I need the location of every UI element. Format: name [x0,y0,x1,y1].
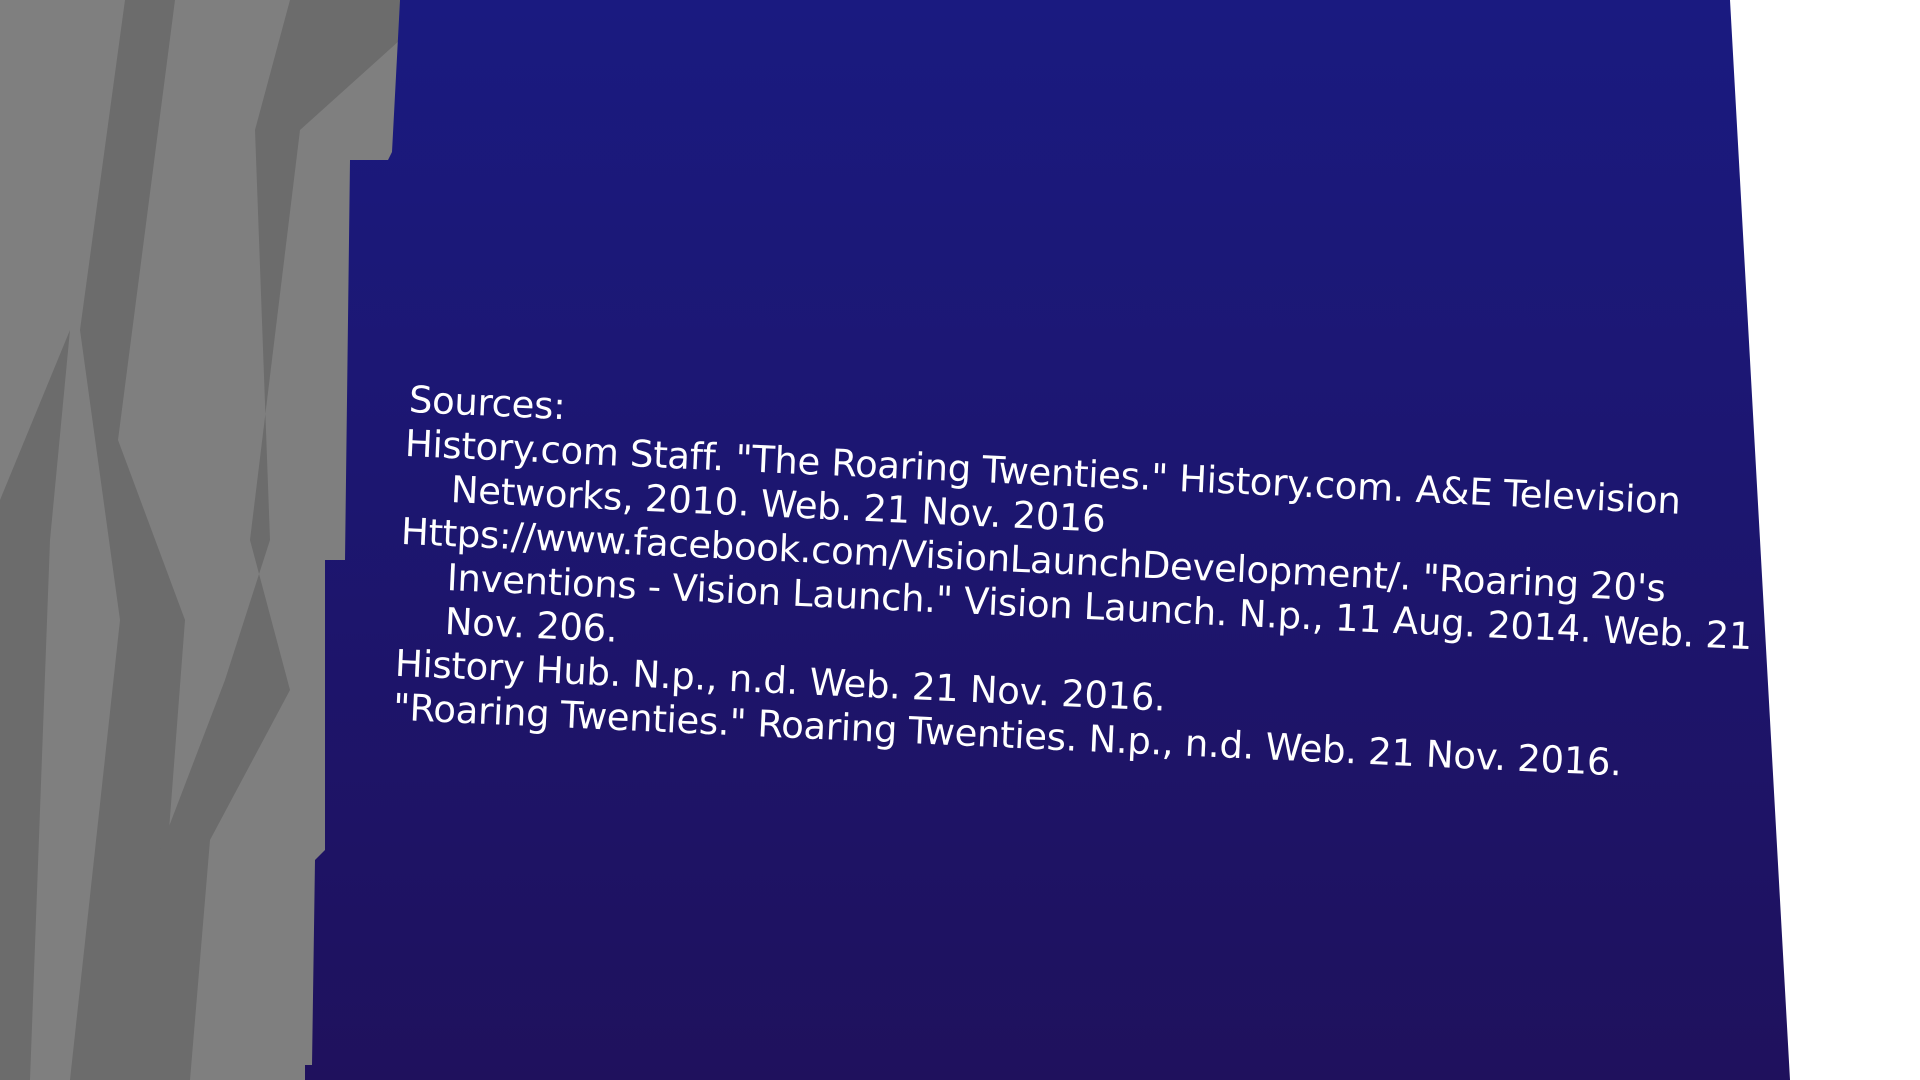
slide-stage: Sources: History.com Staff. "The Roaring… [0,0,1920,1080]
sources-text-block: Sources: History.com Staff. "The Roaring… [392,378,1787,792]
